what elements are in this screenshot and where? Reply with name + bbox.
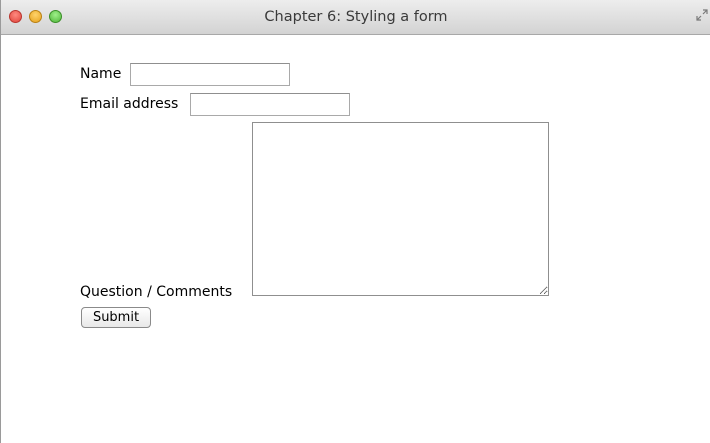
email-address-input[interactable]	[190, 93, 350, 116]
submit-button[interactable]: Submit	[81, 307, 151, 328]
window-title: Chapter 6: Styling a form	[264, 9, 448, 25]
browser-window: Chapter 6: Styling a form Name Email add…	[0, 0, 710, 443]
name-label: Name	[80, 66, 122, 82]
page-content: Name Email address Question / Comments S…	[1, 35, 710, 443]
comments-textarea[interactable]	[252, 122, 549, 296]
title-bar[interactable]: Chapter 6: Styling a form	[1, 0, 710, 35]
comments-label: Question / Comments	[80, 284, 233, 300]
fullscreen-icon[interactable]	[696, 9, 708, 21]
name-input[interactable]	[130, 63, 290, 86]
email-address-label: Email address	[80, 96, 179, 112]
